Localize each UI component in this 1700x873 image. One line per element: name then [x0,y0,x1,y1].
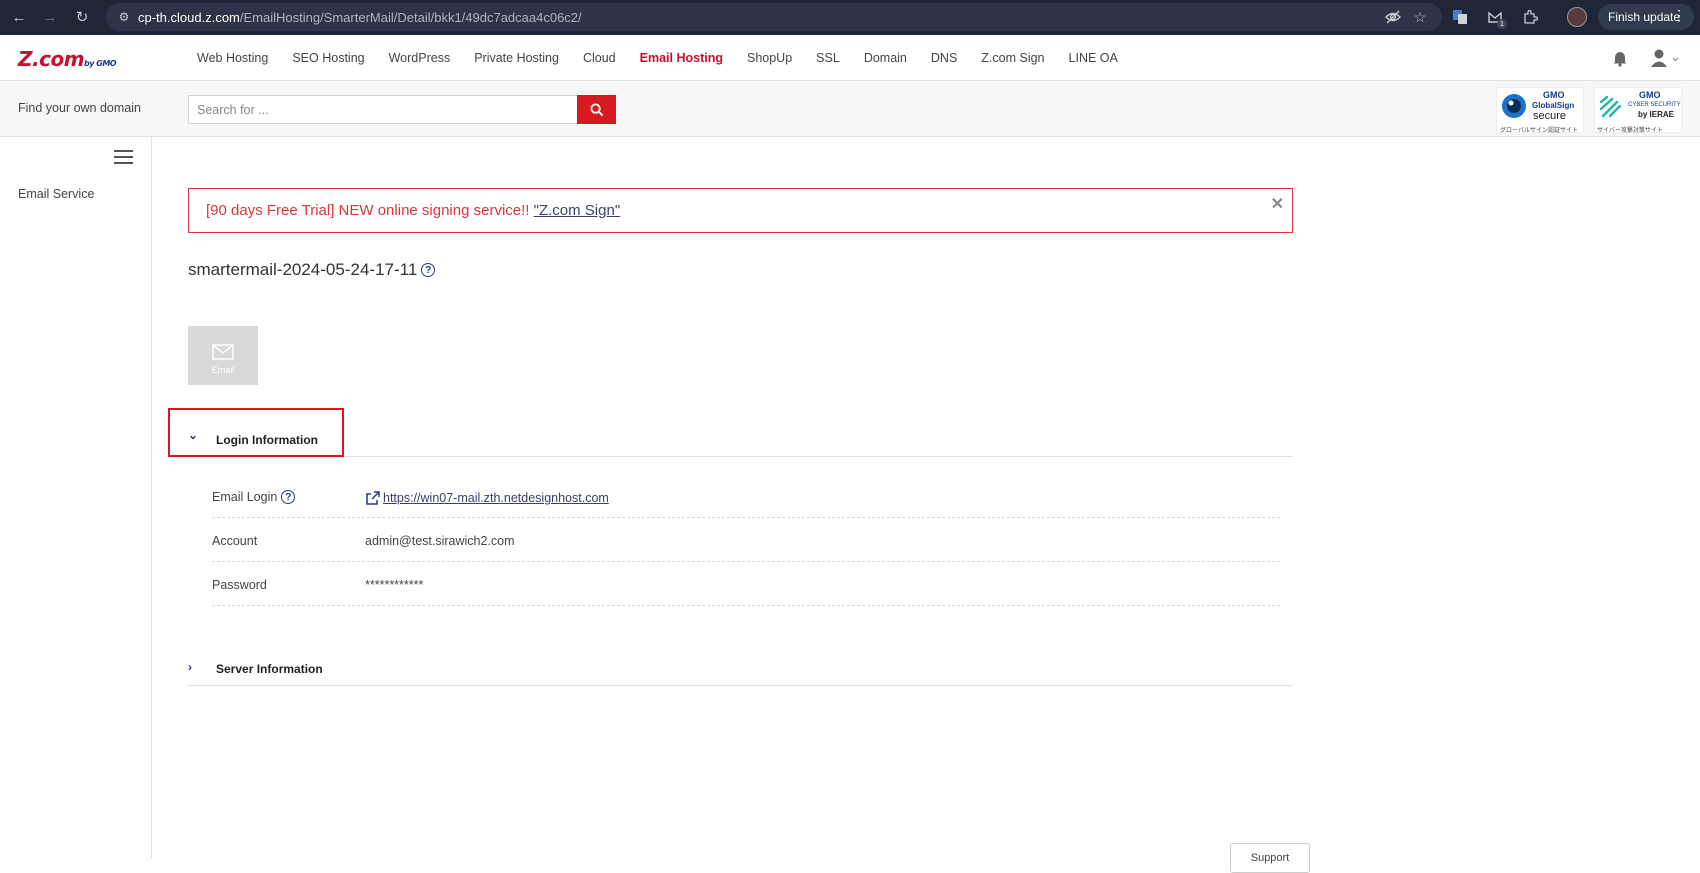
close-icon[interactable]: ✕ [1271,194,1284,214]
kebab-menu-icon[interactable]: ⋮ [1672,7,1686,24]
service-name: smartermail-2024-05-24-17-11 [188,260,418,279]
sidebar-item-email-service[interactable]: Email Service [18,187,94,201]
main-nav: Web Hosting SEO Hosting WordPress Privat… [197,35,1142,81]
domain-search-input[interactable] [188,95,577,124]
finish-update-label: Finish update [1608,10,1681,24]
support-button[interactable]: Support [1230,843,1310,873]
reload-icon[interactable]: ↻ [71,6,93,28]
address-bar[interactable]: ⚙ cp-th.cloud.z.com/EmailHosting/Smarter… [106,3,1442,31]
info-row-password: Password ************ [212,562,1280,606]
nav-dns[interactable]: DNS [931,51,957,65]
finish-update-button[interactable]: Finish update ⋮ [1598,4,1694,30]
globalsign-tag: secure [1533,110,1567,122]
nav-web-hosting[interactable]: Web Hosting [197,51,268,65]
globalsign-eye-icon [1502,94,1526,118]
nav-shopup[interactable]: ShopUp [747,51,792,65]
star-icon[interactable]: ☆ [1411,8,1429,26]
alert-message: [90 days Free Trial] NEW online signing … [206,202,620,219]
zcom-logo[interactable]: Z.comby GMO [18,47,117,71]
promo-alert-banner: [90 days Free Trial] NEW online signing … [188,188,1293,233]
forward-icon[interactable]: → [39,6,61,28]
chevron-right-icon[interactable]: › [188,660,192,674]
server-information-header[interactable]: › Server Information [188,650,1293,686]
password-label: Password [212,578,267,592]
help-icon[interactable]: ? [421,263,436,277]
nav-email-hosting[interactable]: Email Hosting [640,51,723,65]
logo-text: Z.com [18,47,85,71]
nav-seo-hosting[interactable]: SEO Hosting [292,51,364,65]
domain-search-label: Find your own domain [18,101,141,115]
info-row-account: Account admin@test.sirawich2.com [212,518,1280,562]
login-information-header[interactable]: ⌄ Login Information [188,408,1293,457]
gmo-cyber-security-badge[interactable]: GMO CYBER SECURITY by IERAE サイバー攻撃対策サイト [1594,87,1682,134]
globalsign-brand: GMO [1543,90,1565,100]
email-login-value: https://win07-mail.zth.netdesignhost.com [365,490,609,506]
search-icon [590,103,603,116]
domain-search-bar: Find your own domain GMO GlobalSign secu… [0,81,1700,137]
help-icon[interactable]: ? [281,490,296,504]
nav-wordpress[interactable]: WordPress [389,51,451,65]
envelope-icon [212,344,234,360]
sidebar: Email Service [0,137,152,858]
eye-off-icon[interactable] [1384,8,1402,26]
globalsign-secure-badge[interactable]: GMO GlobalSign secure グローバルサイン認証サイト [1496,87,1584,134]
nav-private-hosting[interactable]: Private Hosting [474,51,559,65]
site-header: Z.comby GMO Web Hosting SEO Hosting Word… [0,35,1700,81]
site-info-icon[interactable]: ⚙ [116,9,132,25]
nav-domain[interactable]: Domain [864,51,907,65]
password-value: ************ [365,578,424,592]
cyber-brand: GMO [1639,90,1661,100]
external-link-icon [366,491,380,505]
globalsign-caption: グローバルサイン認証サイト [1500,128,1578,134]
account-value: admin@test.sirawich2.com [365,534,515,548]
email-login-label: Email Login? [212,490,296,504]
hamburger-menu-icon[interactable] [114,150,134,166]
zcom-sign-link[interactable]: "Z.com Sign" [534,202,621,219]
cyber-by: by IERAE [1638,110,1675,119]
ierae-logo-icon [1599,95,1622,118]
alert-text: [90 days Free Trial] NEW online signing … [206,202,534,219]
cyber-name: CYBER SECURITY [1628,102,1681,108]
url-text[interactable]: cp-th.cloud.z.com/EmailHosting/SmarterMa… [138,10,582,25]
profile-avatar[interactable] [1567,7,1587,27]
user-menu-icon[interactable] [1650,48,1680,68]
extension-mail-icon[interactable]: 1 [1485,7,1507,29]
email-tile-label: Email [211,365,235,375]
puzzle-icon[interactable] [1520,7,1540,27]
server-information-title: Server Information [216,662,323,676]
email-service-tile[interactable]: Email [188,326,258,385]
nav-zcom-sign[interactable]: Z.com Sign [981,51,1044,65]
globalsign-name: GlobalSign [1532,101,1575,110]
bell-icon[interactable] [1611,49,1629,67]
webmail-login-link[interactable]: https://win07-mail.zth.netdesignhost.com [383,491,609,505]
browser-toolbar: ← → ↻ ⚙ cp-th.cloud.z.com/EmailHosting/S… [0,0,1700,35]
nav-ssl[interactable]: SSL [816,51,840,65]
logo-sub-text: by GMO [84,59,117,68]
translate-icon[interactable] [1450,7,1470,27]
page-title: smartermail-2024-05-24-17-11 ? [188,260,436,280]
account-label: Account [212,534,258,548]
nav-line-oa[interactable]: LINE OA [1069,51,1118,65]
back-icon[interactable]: ← [8,6,30,28]
url-host: cp-th.cloud.z.com [138,9,240,25]
extension-badge: 1 [1497,19,1507,29]
nav-cloud[interactable]: Cloud [583,51,616,65]
info-row-email-login: Email Login? https://win07-mail.zth.netd… [212,474,1280,518]
cyber-caption: サイバー攻撃対策サイト [1597,128,1663,134]
domain-search-button[interactable] [577,95,616,124]
url-path: /EmailHosting/SmarterMail/Detail/bkk1/49… [239,9,582,25]
highlight-annotation [168,408,344,457]
